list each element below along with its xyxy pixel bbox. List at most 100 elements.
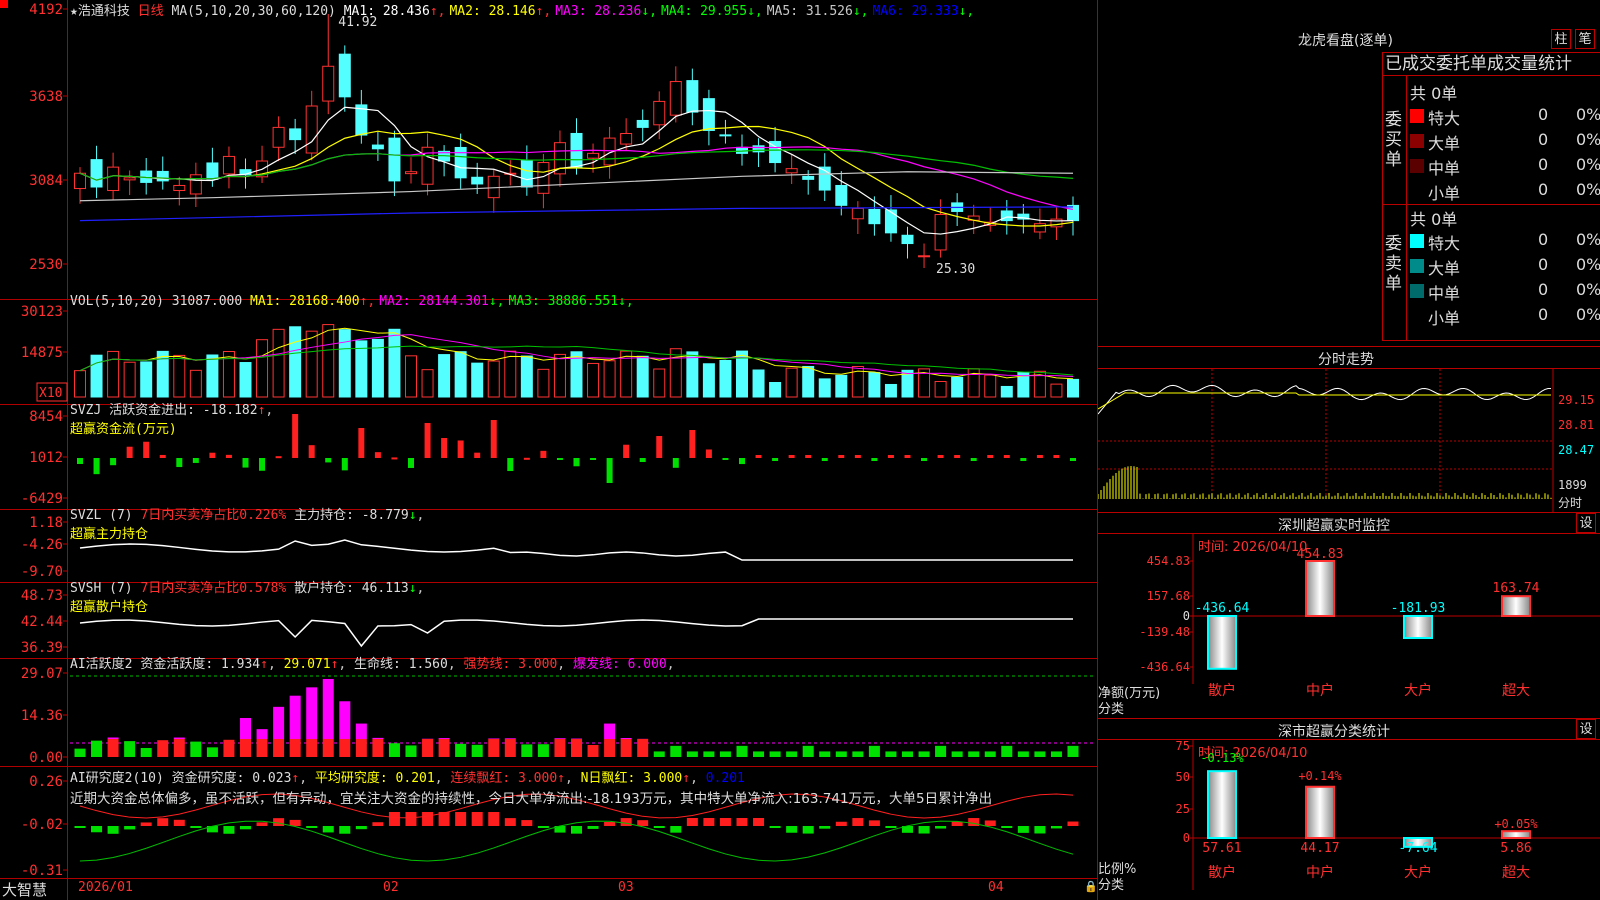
activity-bar xyxy=(653,751,665,757)
volume-bar xyxy=(322,324,335,398)
low-label: 25.30 xyxy=(936,262,975,277)
main-holding-line xyxy=(79,539,1073,561)
activity-bar xyxy=(736,745,748,757)
y-tick-label: 29.07 xyxy=(21,666,63,682)
activity-bar xyxy=(835,751,847,757)
fund-flow-bar xyxy=(788,455,795,458)
activity-bar xyxy=(190,741,202,757)
order-count: 0 xyxy=(1538,305,1549,324)
activity-bar xyxy=(868,745,880,757)
activity-bar-top xyxy=(355,723,367,739)
volume-bar xyxy=(189,369,202,398)
research-bar xyxy=(504,818,516,826)
research-bar xyxy=(819,826,831,829)
activity-bar xyxy=(819,751,831,757)
svzl-header: SVZL (7) 7日内买卖净占比0.226% 主力持仓: -8.779↓, 超… xyxy=(70,508,425,542)
star-icon: ★ xyxy=(70,4,78,19)
volume-bar xyxy=(272,328,285,398)
activity-bar xyxy=(554,739,566,757)
volume-bar xyxy=(884,383,897,398)
y-tick-label: -0.31 xyxy=(21,863,63,879)
activity-bar xyxy=(355,739,367,757)
activity-bar-top xyxy=(620,738,632,739)
volume-bar xyxy=(471,362,484,398)
minute-chart[interactable] xyxy=(1098,369,1600,512)
activity-bar xyxy=(289,739,301,757)
research-bar xyxy=(372,822,384,826)
kline-panel: 41.9225.30 xyxy=(74,14,1079,277)
tick-mode-button[interactable]: 笔 xyxy=(1575,29,1595,49)
order-pct: 0% xyxy=(1576,305,1600,324)
research-bar xyxy=(587,826,599,829)
y-tick-label: 14.36 xyxy=(21,708,63,724)
research-bar xyxy=(703,818,715,826)
ma-value: MA3: 28.236↓, xyxy=(555,4,657,19)
ai2-lx: 连续飘红: 3.000 xyxy=(450,771,558,786)
y-tick-label: 0.00 xyxy=(29,750,63,766)
activity-bar xyxy=(1050,751,1062,757)
corner-marker xyxy=(0,0,8,8)
date-tick: 04 xyxy=(988,880,1004,895)
svsh-name: 散户持仓: xyxy=(294,581,354,596)
category-label: 散户 xyxy=(1208,682,1236,699)
activity-bar xyxy=(918,751,930,757)
order-color-swatch xyxy=(1410,284,1424,298)
activity-bar-top xyxy=(604,723,616,739)
activity-bar xyxy=(504,739,516,757)
category-bar xyxy=(1305,560,1335,617)
activity-bar xyxy=(719,751,731,757)
research-bar xyxy=(935,826,947,829)
category-label: 中户 xyxy=(1306,682,1334,699)
volume-bar xyxy=(206,354,219,398)
candle-body xyxy=(272,126,285,148)
vol-ma-value: MA1: 28168.400↑, xyxy=(250,294,376,309)
activity-bar xyxy=(587,745,599,757)
change-label: +0.05% xyxy=(1494,817,1538,831)
bar-y-tick: 0 xyxy=(1183,831,1190,845)
category-bar-rect xyxy=(1305,560,1335,617)
fund-flow-bar xyxy=(1020,458,1027,461)
volume-bar xyxy=(239,362,252,398)
activity-bar xyxy=(604,739,616,757)
volume-bar xyxy=(984,374,997,398)
activity-bar xyxy=(173,739,185,757)
category-bar-rect xyxy=(1207,615,1237,670)
bar-y-tick: 50 xyxy=(1176,770,1190,784)
vol-unit-label: X10 xyxy=(39,386,62,401)
classify-bar-chart[interactable]: 75 50 25 0 57.61 44.17 -7.64 5.86 散户 中户 大户 超大 -0.13%… xyxy=(1098,740,1600,900)
y-tick-label: 2530 xyxy=(29,257,63,273)
stock-name: 浩通科技 xyxy=(77,4,130,19)
monitor-bar-chart[interactable]: 454.83 157.68 0 -139.48 -436.64 -436.64 454.83… xyxy=(1098,534,1600,714)
research-bar xyxy=(968,818,980,826)
research-bar xyxy=(653,826,665,828)
volume-bar xyxy=(818,378,831,398)
activity-bar xyxy=(206,747,218,757)
lock-icon[interactable]: 🔒 xyxy=(1084,880,1098,893)
order-pct: 0% xyxy=(1576,280,1600,299)
activity-bar xyxy=(388,743,400,757)
classify-settings-button[interactable]: 设 xyxy=(1576,719,1596,739)
candle-body xyxy=(90,159,103,188)
research-bar xyxy=(124,826,136,830)
column-mode-button[interactable]: 柱 xyxy=(1551,29,1571,49)
activity-bar-top xyxy=(322,678,334,739)
volume-bar xyxy=(835,374,848,398)
fund-flow-bar xyxy=(209,452,216,458)
candle-body xyxy=(1033,223,1046,233)
activity-bar xyxy=(273,739,285,757)
svzl-value: -8.779 xyxy=(361,508,409,523)
candle-body xyxy=(884,209,897,234)
monitor-settings-button[interactable]: 设 xyxy=(1576,513,1596,533)
vol-label: VOL(5,10,20) xyxy=(70,294,164,309)
order-count: 0 xyxy=(1538,180,1549,199)
activity-bar xyxy=(968,751,980,757)
candle-body xyxy=(702,98,715,131)
fund-flow-bar xyxy=(606,458,613,483)
activity-bar xyxy=(786,751,798,757)
candle-body xyxy=(454,146,467,179)
volume-bar xyxy=(868,372,881,398)
monitor-unit2: 分类 xyxy=(1098,702,1125,717)
order-pct: 0% xyxy=(1576,255,1600,274)
activity-bar xyxy=(107,739,119,757)
volume-bar xyxy=(405,355,417,398)
